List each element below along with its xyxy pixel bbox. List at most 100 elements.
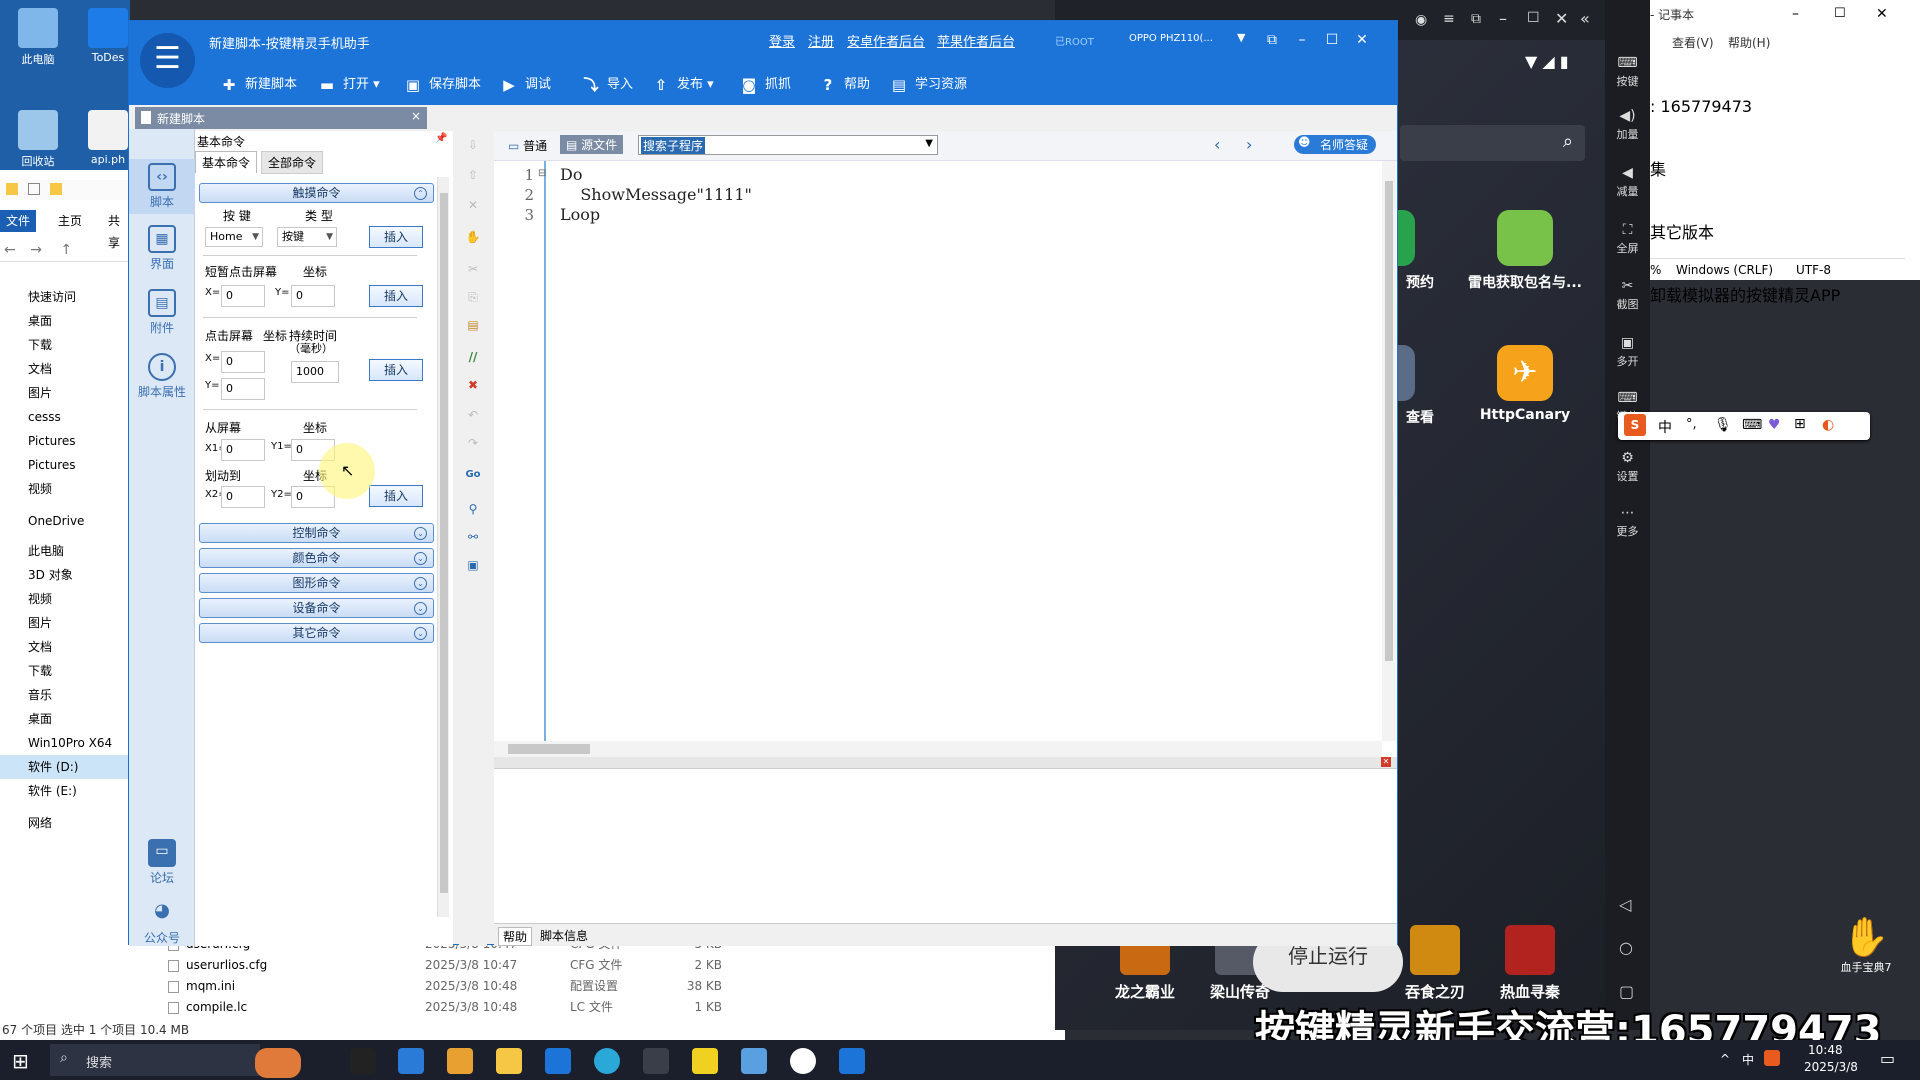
tap-y-input[interactable]: 0 (291, 285, 335, 307)
tab-home[interactable]: 主页 (52, 210, 88, 232)
tab-share[interactable]: 共享 (102, 210, 130, 250)
device-commands-header[interactable]: 设备命令 ⌄ (199, 598, 434, 618)
qq-icon[interactable] (790, 1048, 816, 1074)
app-httpcanary[interactable]: ✈ HttpCanary (1465, 345, 1585, 423)
search-bar[interactable]: ⌕ (1400, 125, 1585, 161)
duration-input[interactable]: 1000 (291, 361, 339, 383)
document-tab[interactable]: 新建脚本 × (135, 107, 427, 129)
rail-official-account[interactable]: ◕ 公众号 (129, 899, 195, 946)
file-explorer-icon[interactable] (496, 1048, 522, 1074)
open-button[interactable]: ▬ 打开 ▾ (317, 73, 380, 97)
file-row[interactable]: mqm.ini 2025/3/8 10:48 配置设置 38 KB (130, 976, 1065, 997)
taskbar-search[interactable]: ⌕ 搜索 (50, 1044, 301, 1078)
goto-icon[interactable]: Go (465, 467, 481, 483)
comment-icon[interactable]: // (465, 349, 481, 365)
sogou-icon[interactable]: S (1624, 414, 1646, 436)
toolbox-icon[interactable]: ⊞ (1794, 416, 1806, 432)
minimize-icon[interactable]: – (1287, 27, 1317, 53)
emulator-side-button[interactable]: ◀) 加量 (1605, 108, 1650, 142)
device-dropdown-icon[interactable]: ▼ (1237, 31, 1245, 44)
move-up-icon[interactable]: ⇧ (465, 167, 481, 183)
edge-icon[interactable] (594, 1048, 620, 1074)
nav-tree-item[interactable]: 下载 (0, 659, 130, 683)
nav-tree-item[interactable]: Win10Pro X64 (0, 731, 130, 755)
nav-tree-item[interactable]: 视频 (0, 477, 130, 501)
notepad-text[interactable]: : 165779473 集 其它版本 卸载模拟器的按键精灵APP (1650, 54, 1840, 348)
save-script-button[interactable]: ▣ 保存脚本 (403, 73, 481, 97)
restore-icon[interactable]: ⧉ (1471, 11, 1481, 27)
capture-button[interactable]: ◙ 抓抓 (739, 73, 791, 97)
nav-tree-item[interactable]: 文档 (0, 357, 130, 381)
file-row[interactable]: compile.lc 2025/3/8 10:48 LC 文件 1 KB (130, 997, 1065, 1018)
collapse-icon[interactable]: « (1580, 9, 1590, 28)
minimize-icon[interactable]: – (1792, 6, 1799, 22)
rail-ui[interactable]: ▦ 界面 (129, 225, 195, 272)
game-item[interactable]: 吞食之刃 (1390, 925, 1480, 1002)
sogou-mascot-icon[interactable]: ◐ (1822, 417, 1834, 433)
emulator-side-button[interactable]: ✂ 截图 (1605, 278, 1650, 312)
nav-tree-item[interactable]: Pictures (0, 429, 130, 453)
tab-all-commands[interactable]: 全部命令 (261, 151, 324, 174)
redo-icon[interactable]: ↷ (465, 435, 481, 451)
tab-script-info[interactable]: 脚本信息 (536, 927, 592, 944)
nav-tree-item[interactable]: 快速访问 (0, 285, 130, 309)
nav-tree-item[interactable]: 音乐 (0, 683, 130, 707)
help-button[interactable]: ? 帮助 (818, 73, 870, 97)
maximize-icon[interactable]: ☐ (1834, 6, 1846, 21)
paste-icon[interactable]: ▤ (465, 317, 481, 333)
debug-button[interactable]: ▶ 调试 (499, 73, 551, 97)
tab-basic-commands[interactable]: 基本命令 (195, 151, 258, 173)
xuezhu-desktop-icon[interactable]: ✋ 血手宝典7 (1826, 915, 1906, 975)
copy-icon[interactable]: ⎘ (465, 289, 481, 305)
tray-ime[interactable]: 中 (1742, 1051, 1754, 1068)
keyboard-wizard-icon[interactable] (839, 1048, 865, 1074)
image-commands-header[interactable]: 图形命令 ⌄ (199, 573, 434, 593)
insert-swipe-button[interactable]: 插入 (369, 485, 423, 507)
nav-tree-item[interactable]: 网络 (0, 811, 130, 835)
insert-tap-button[interactable]: 插入 (369, 285, 423, 307)
color-commands-header[interactable]: 颜色命令 ⌄ (199, 548, 434, 568)
picture-icon[interactable]: ▣ (465, 557, 481, 573)
tray-chevron-icon[interactable]: ^ (1720, 1052, 1730, 1066)
learning-resources-button[interactable]: ▤ 学习资源 (889, 73, 967, 97)
nav-tree-item[interactable]: 桌面 (0, 707, 130, 731)
nav-tree-item[interactable]: 图片 (0, 611, 130, 635)
close-icon[interactable]: ✕ (1876, 6, 1888, 22)
other-commands-header[interactable]: 其它命令 ⌄ (199, 623, 434, 643)
swipe-x1-input[interactable]: 0 (221, 439, 265, 461)
nav-tree-item[interactable]: 图片 (0, 381, 130, 405)
app-icon[interactable] (643, 1048, 669, 1074)
scrollbar-thumb[interactable] (1385, 181, 1393, 661)
tools-app-icon[interactable] (350, 1048, 376, 1074)
undo-icon[interactable]: ↶ (465, 407, 481, 423)
app-icon[interactable] (692, 1048, 718, 1074)
menu-icon[interactable]: ≡ (1443, 11, 1455, 27)
clock-date[interactable]: 2025/3/8 (1804, 1060, 1858, 1074)
fold-icon[interactable]: ⊟ (538, 168, 546, 179)
nav-tree-item[interactable]: 视频 (0, 587, 130, 611)
forward-arrow-icon[interactable]: → (30, 242, 42, 258)
skin-icon[interactable]: ♥ (1768, 417, 1781, 433)
back-arrow-icon[interactable]: ← (4, 242, 16, 258)
find-icon[interactable]: ⚲ (465, 501, 481, 517)
ios-author-link[interactable]: 苹果作者后台 (937, 31, 1015, 50)
android-author-link[interactable]: 安卓作者后台 (847, 31, 925, 50)
emulator-side-button[interactable]: ⚙ 设置 (1605, 450, 1650, 484)
tab-file[interactable]: 文件 (0, 210, 37, 232)
menu-help[interactable]: 帮助(H) (1728, 34, 1770, 51)
rail-script[interactable]: ‹› 脚本 (129, 159, 195, 214)
nav-tree-item[interactable]: 文档 (0, 635, 130, 659)
import-button[interactable]: ⤵ 导入 (581, 73, 633, 97)
editor-hscrollbar[interactable] (494, 741, 1382, 757)
nav-tree-item[interactable]: OneDrive (0, 509, 130, 533)
insert-press-button[interactable]: 插入 (369, 359, 423, 381)
register-link[interactable]: 注册 (808, 31, 834, 50)
microphone-icon[interactable]: 🎙 (1714, 417, 1732, 433)
close-icon[interactable]: ✕ (1347, 27, 1377, 53)
back-icon[interactable]: ◁ (1619, 895, 1631, 914)
editor-vscrollbar[interactable] (1382, 161, 1396, 741)
panel-scrollbar[interactable] (437, 177, 449, 917)
restore-icon[interactable]: ⧉ (1257, 27, 1287, 53)
close-tab-icon[interactable]: × (411, 109, 421, 123)
emulator-side-button[interactable]: ◀ 减量 (1605, 165, 1650, 199)
